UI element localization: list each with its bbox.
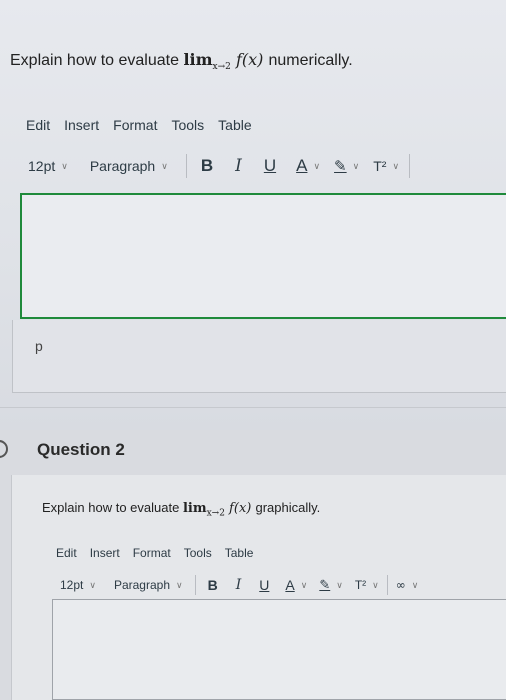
element-path[interactable]: p xyxy=(35,338,43,354)
text-color-button[interactable]: A ∨ xyxy=(296,156,320,176)
menu-edit[interactable]: Edit xyxy=(56,546,77,560)
highlight-color-button[interactable]: ✎ ∨ xyxy=(334,157,359,175)
question-2-prompt: Explain how to evaluate limx→2 f(x) grap… xyxy=(42,500,321,519)
highlighter-icon: ✎ xyxy=(334,157,347,175)
editor-2-toolbar: 12pt ∨ Paragraph ∨ B I U A ∨ ✎ ∨ T² ∨ ∞ ∨ xyxy=(60,575,418,595)
underline-button[interactable]: U xyxy=(264,156,276,176)
superscript-icon: T² xyxy=(354,578,367,592)
superscript-button[interactable]: T² ∨ xyxy=(373,158,399,174)
link-icon: ∞ xyxy=(395,578,406,592)
menu-table[interactable]: Table xyxy=(225,546,254,560)
block-format-select[interactable]: Paragraph ∨ xyxy=(90,158,168,174)
question-divider xyxy=(0,407,506,408)
highlighter-icon: ✎ xyxy=(319,577,331,593)
editor-1-toolbar: 12pt ∨ Paragraph ∨ B I U A ∨ ✎ ∨ T² ∨ xyxy=(28,154,411,178)
chevron-down-icon: ∨ xyxy=(161,160,168,171)
chevron-down-icon: ∨ xyxy=(352,160,360,171)
chevron-down-icon: ∨ xyxy=(392,160,400,171)
italic-button[interactable]: I xyxy=(236,577,242,593)
menu-format[interactable]: Format xyxy=(113,117,157,133)
chevron-down-icon: ∨ xyxy=(411,579,419,590)
toolbar-divider xyxy=(194,575,196,595)
chevron-down-icon: ∨ xyxy=(313,160,321,171)
question-flag-icon[interactable] xyxy=(0,440,8,458)
block-format-select[interactable]: Paragraph ∨ xyxy=(114,578,183,592)
menu-tools[interactable]: Tools xyxy=(171,117,204,133)
link-button[interactable]: ∞ ∨ xyxy=(396,578,419,592)
font-size-select[interactable]: 12pt ∨ xyxy=(28,158,68,174)
superscript-icon: T² xyxy=(373,158,387,174)
editor-2-menubar: Edit Insert Format Tools Table xyxy=(56,546,253,560)
chevron-down-icon: ∨ xyxy=(176,579,183,590)
question-1-prompt: Explain how to evaluate limx→2 f(x) nume… xyxy=(10,50,353,73)
menu-insert[interactable]: Insert xyxy=(90,546,120,560)
chevron-down-icon: ∨ xyxy=(336,579,343,590)
answer-1-editor[interactable] xyxy=(20,193,506,319)
menu-table[interactable]: Table xyxy=(218,117,251,133)
highlight-color-button[interactable]: ✎ ∨ xyxy=(319,578,343,593)
superscript-button[interactable]: T² ∨ xyxy=(355,578,379,592)
menu-insert[interactable]: Insert xyxy=(64,117,99,133)
toolbar-divider xyxy=(386,575,388,595)
text-color-icon: A xyxy=(296,156,308,175)
text-color-button[interactable]: A ∨ xyxy=(285,577,307,593)
text-color-icon: A xyxy=(285,577,295,593)
editor-1-menubar: Edit Insert Format Tools Table xyxy=(26,117,252,133)
answer-2-editor[interactable] xyxy=(52,599,506,700)
menu-format[interactable]: Format xyxy=(133,546,171,560)
bold-button[interactable]: B xyxy=(201,156,213,176)
bold-button[interactable]: B xyxy=(208,577,218,593)
toolbar-divider xyxy=(185,154,187,178)
limit-expression: limx→2 f(x) xyxy=(183,50,269,73)
limit-expression: limx→2 f(x) xyxy=(182,501,256,519)
chevron-down-icon: ∨ xyxy=(372,579,379,590)
chevron-down-icon: ∨ xyxy=(89,579,96,590)
menu-edit[interactable]: Edit xyxy=(26,117,50,133)
menu-tools[interactable]: Tools xyxy=(184,546,212,560)
italic-button[interactable]: I xyxy=(235,156,242,176)
underline-button[interactable]: U xyxy=(259,577,269,593)
chevron-down-icon: ∨ xyxy=(61,160,68,171)
chevron-down-icon: ∨ xyxy=(300,579,308,590)
toolbar-divider xyxy=(409,154,411,178)
editor-1-statusbar: p xyxy=(12,320,506,393)
question-2-title: Question 2 xyxy=(37,440,125,459)
font-size-select[interactable]: 12pt ∨ xyxy=(60,578,96,592)
